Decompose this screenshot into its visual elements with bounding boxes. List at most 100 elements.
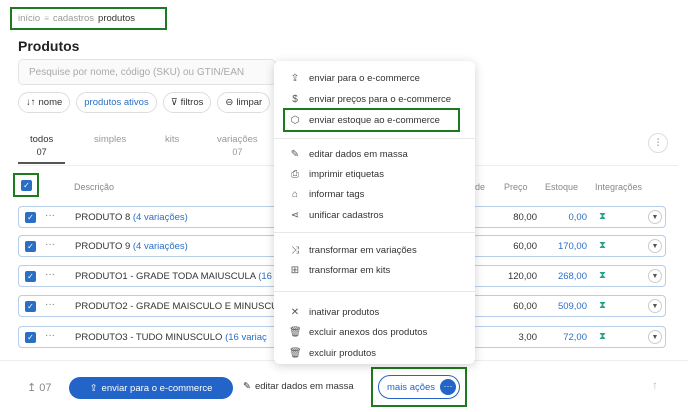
send-to-ecommerce-label: enviar para o e-commerce (101, 382, 213, 394)
bulk-edit-button[interactable]: ✎ editar dados em massa (243, 381, 354, 392)
row-stock[interactable]: 170,00 (547, 241, 587, 252)
sort-icon: ↓↑ (26, 97, 36, 108)
row-name: PRODUTO3 - TUDO MINUSCULO (75, 332, 226, 343)
row-checkbox[interactable]: ✓ (25, 241, 36, 252)
menu-item-label: enviar para o e-commerce (309, 72, 420, 84)
row-menu-icon[interactable]: ··· (45, 239, 55, 250)
tab-kits[interactable]: kits (165, 134, 179, 145)
row-name: PRODUTO 9 (75, 241, 133, 252)
menu-item-label: transformar em kits (309, 264, 391, 276)
row-name: PRODUTO1 - GRADE TODA MAIUSCULA (75, 271, 259, 282)
row-description[interactable]: PRODUTO1 - GRADE TODA MAIUSCULA (16 (75, 271, 283, 282)
row-variations[interactable]: (4 variações) (133, 241, 188, 252)
row-price: 60,00 (513, 301, 537, 312)
row-stock[interactable]: 268,00 (547, 271, 587, 282)
tab-variacoes[interactable]: variações 07 (217, 134, 258, 157)
row-menu-icon[interactable]: ··· (45, 269, 55, 280)
menu-item-delete-attachments[interactable]: 🗑 excluir anexos dos produtos (274, 323, 475, 341)
menu-item-print-labels[interactable]: ⎙ imprimir etiquetas (274, 165, 475, 183)
more-actions-menu: ⇪ enviar para o e-commerce $ enviar preç… (274, 61, 475, 364)
expand-chevron-icon[interactable]: ▼ (648, 269, 662, 283)
send-to-ecommerce-button[interactable]: ⇪ enviar para o e-commerce (69, 377, 233, 399)
print-icon: ⎙ (291, 168, 299, 180)
row-description[interactable]: PRODUTO2 - GRADE MAISCULO E MINUSCU (75, 301, 283, 312)
menu-item-deactivate[interactable]: ✕ inativar produtos (274, 303, 475, 321)
tab-todos-label: todos (30, 134, 54, 145)
filter-bar: ↓↑ nome produtos ativos ⊽ filtros ⊖ limp… (18, 92, 271, 113)
column-header-description[interactable]: Descrição (74, 182, 114, 192)
page-title: Produtos (18, 38, 80, 54)
row-checkbox[interactable]: ✓ (25, 271, 36, 282)
row-description[interactable]: PRODUTO3 - TUDO MINUSCULO (16 variaç (75, 332, 283, 343)
more-actions-button[interactable]: mais ações ··· (378, 375, 460, 399)
tab-simples-label: simples (94, 134, 127, 145)
row-checkbox[interactable]: ✓ (25, 301, 36, 312)
selected-count-value: 07 (39, 382, 52, 394)
column-header-unit[interactable]: de (475, 182, 485, 192)
sort-name-chip[interactable]: ↓↑ nome (18, 92, 71, 113)
menu-item-label: excluir produtos (309, 347, 377, 359)
filter-icon: ⊽ (170, 97, 178, 108)
expand-chevron-icon[interactable]: ▼ (648, 239, 662, 253)
row-description[interactable]: PRODUTO 9 (4 variações) (75, 241, 283, 252)
menu-item-send-ecommerce[interactable]: ⇪ enviar para o e-commerce (274, 69, 475, 87)
row-name: PRODUTO2 - GRADE MAISCULO E MINUSCU (75, 301, 279, 312)
menu-item-merge[interactable]: ⋖ unificar cadastros (274, 206, 475, 224)
more-dots-icon: ··· (440, 379, 456, 395)
row-variations[interactable]: (4 variações) (133, 212, 188, 223)
row-variations[interactable]: (16 variaç (225, 332, 267, 343)
row-price: 80,00 (513, 212, 537, 223)
menu-item-label: editar dados em massa (309, 148, 408, 160)
selected-count: ↥ 07 (27, 381, 52, 394)
column-header-stock[interactable]: Estoque (545, 182, 578, 192)
row-stock[interactable]: 0,00 (547, 212, 588, 223)
menu-item-tags[interactable]: ⌂ informar tags (274, 185, 475, 203)
tag-icon: ⌂ (291, 188, 299, 200)
trash-icon: 🗑 (289, 326, 302, 338)
breadcrumb-home[interactable]: início (18, 13, 40, 24)
active-products-chip[interactable]: produtos ativos (76, 92, 157, 113)
filters-chip[interactable]: ⊽ filtros (162, 92, 212, 113)
row-description[interactable]: PRODUTO 8 (4 variações) (75, 212, 283, 223)
row-checkbox[interactable]: ✓ (25, 212, 36, 223)
tab-simples[interactable]: simples (94, 134, 126, 145)
clear-chip[interactable]: ⊖ limpar (217, 92, 271, 113)
tab-todos[interactable]: todos 07 (17, 134, 66, 164)
menu-item-send-prices[interactable]: $ enviar preços para o e-commerce (274, 90, 475, 108)
menu-item-bulk-edit[interactable]: ✎ editar dados em massa (274, 145, 475, 163)
breadcrumb-cadastros[interactable]: cadastros (53, 13, 94, 24)
active-products-label: produtos ativos (84, 97, 149, 108)
trash-icon: 🗑 (289, 347, 302, 359)
row-menu-icon[interactable]: ··· (45, 330, 55, 341)
column-settings-button[interactable]: ⫶ (648, 133, 668, 153)
menu-item-delete-products[interactable]: 🗑 excluir produtos (274, 344, 475, 362)
expand-chevron-icon[interactable]: ▼ (648, 330, 662, 344)
row-stock[interactable]: 509,00 (547, 301, 587, 312)
expand-chevron-icon[interactable]: ▼ (648, 210, 662, 224)
menu-item-label: unificar cadastros (309, 209, 384, 221)
column-header-integrations[interactable]: Integrações (595, 182, 642, 192)
row-menu-icon[interactable]: ··· (45, 299, 55, 310)
column-header-price[interactable]: Preço (504, 182, 528, 192)
search-input[interactable] (19, 60, 275, 84)
expand-chevron-icon[interactable]: ▼ (648, 299, 662, 313)
menu-divider (274, 291, 475, 292)
filters-label: filtros (180, 97, 204, 108)
tab-kits-label: kits (165, 134, 180, 145)
row-variations[interactable]: (16 (258, 271, 272, 282)
row-stock[interactable]: 72,00 (547, 332, 587, 343)
sort-name-label: nome (38, 97, 63, 108)
upload-icon: ⇪ (89, 382, 98, 394)
row-checkbox[interactable]: ✓ (25, 332, 36, 343)
scroll-top-arrow-icon[interactable]: ↑ (652, 378, 658, 392)
menu-item-label: inativar produtos (309, 306, 380, 318)
search-box[interactable] (18, 59, 276, 85)
integration-hourglass-icon: ⧗ (599, 240, 607, 251)
shuffle-icon: ⤨ (291, 244, 299, 256)
select-all-checkbox[interactable]: ✓ (21, 180, 32, 191)
menu-item-to-variations[interactable]: ⤨ transformar em variações (274, 241, 475, 259)
edit-icon: ✎ (290, 148, 300, 160)
tab-variacoes-count: 07 (232, 147, 243, 157)
menu-item-to-kits[interactable]: ⊞ transformar em kits (274, 261, 475, 279)
row-menu-icon[interactable]: ··· (45, 210, 55, 221)
